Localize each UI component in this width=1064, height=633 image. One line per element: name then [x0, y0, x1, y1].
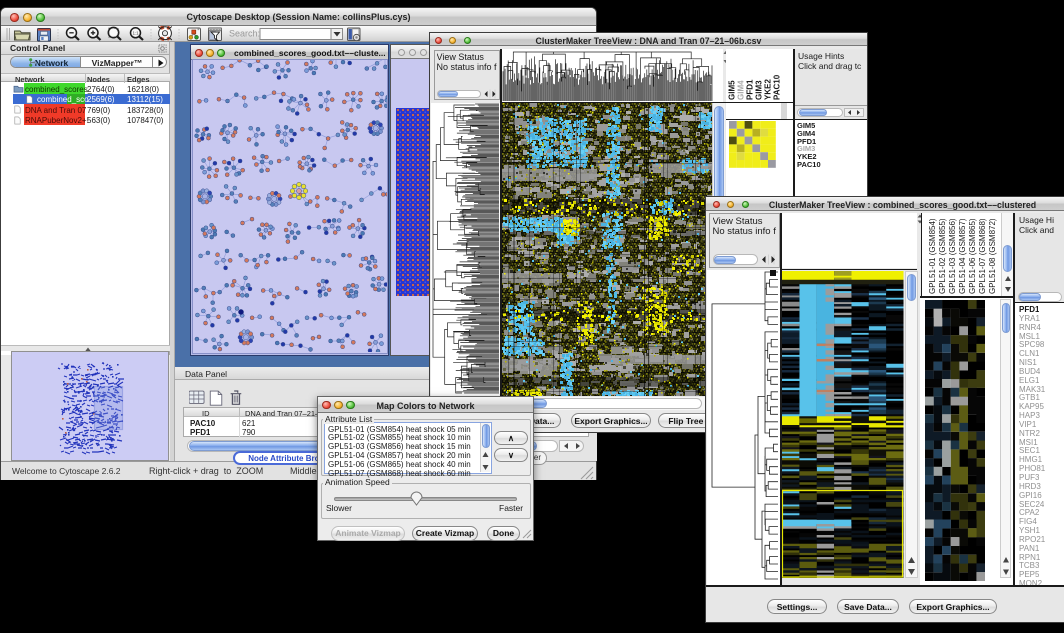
svg-text:GPL51-08 (GSM872): GPL51-08 (GSM872)	[988, 218, 997, 294]
svg-text:PFD1: PFD1	[746, 79, 755, 100]
svg-text:GPL51-06 (GSM865): GPL51-06 (GSM865)	[968, 218, 977, 294]
svg-text:Search:: Search:	[229, 29, 260, 39]
svg-text:GPL51-01 (GSM854): GPL51-01 (GSM854)	[928, 218, 937, 294]
svg-text:GIM5: GIM5	[728, 80, 737, 100]
svg-text:GIM4: GIM4	[737, 80, 746, 100]
svg-text:YKE2: YKE2	[764, 79, 773, 100]
svg-text:GPL51-07 (GSM868): GPL51-07 (GSM868)	[978, 218, 987, 294]
svg-text:GPL51-03 (GSM856): GPL51-03 (GSM856)	[948, 218, 957, 294]
svg-text:PAC10: PAC10	[773, 74, 782, 100]
svg-text:GPL51-04 (GSM857): GPL51-04 (GSM857)	[958, 218, 967, 294]
svg-text:GPL51-02 (GSM855): GPL51-02 (GSM855)	[938, 218, 947, 294]
svg-text:GIM3: GIM3	[755, 80, 764, 100]
svg-text:1:1: 1:1	[133, 31, 139, 36]
